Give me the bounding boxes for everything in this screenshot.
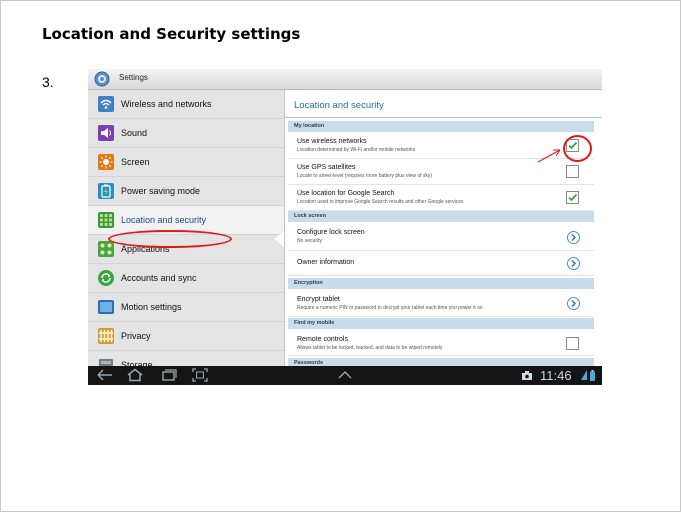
sidebar-item-label: Location and security <box>121 215 207 225</box>
annotation-ellipse <box>108 230 232 248</box>
sidebar-item-label: Screen <box>121 157 150 167</box>
sidebar-item-label: Accounts and sync <box>121 273 197 283</box>
tablet-screenshot: Settings Wireless and networks Sound Scr… <box>88 69 602 385</box>
google-search-checkbox[interactable] <box>566 191 579 204</box>
panel-divider <box>285 117 602 118</box>
row-subtitle: No security <box>297 238 323 244</box>
sidebar-item-accounts-sync[interactable]: Accounts and sync <box>88 264 284 293</box>
owner-info-arrow-button[interactable] <box>567 257 580 270</box>
home-icon[interactable] <box>126 368 144 382</box>
applications-icon <box>98 241 114 257</box>
row-title: Owner information <box>297 259 355 266</box>
location-security-icon <box>98 212 114 228</box>
settings-detail-panel: Location and security My location Use wi… <box>285 90 602 369</box>
camera-icon <box>522 371 532 380</box>
step-number: 3. <box>42 74 54 90</box>
chevron-right-icon <box>571 260 576 267</box>
row-use-location-google-search[interactable]: Use location for Google Search Location … <box>288 185 594 211</box>
check-icon <box>568 193 578 202</box>
sidebar-item-screen[interactable]: Screen <box>88 148 284 177</box>
section-find-my-mobile: Find my mobile <box>288 318 594 329</box>
settings-sidebar: Wireless and networks Sound Screen Power… <box>88 90 285 380</box>
sidebar-item-label: Sound <box>121 128 148 138</box>
row-use-gps-satellites[interactable]: Use GPS satellites Locate to street-leve… <box>288 159 594 185</box>
row-use-wireless-networks[interactable]: Use wireless networks Location determine… <box>288 133 594 159</box>
motion-icon <box>98 300 114 314</box>
row-title: Encrypt tablet <box>297 296 340 303</box>
screenshot-icon[interactable] <box>192 368 208 382</box>
encrypt-arrow-button[interactable] <box>567 297 580 310</box>
settings-gear-icon <box>94 71 110 87</box>
row-title: Use GPS satellites <box>297 164 356 171</box>
header-title: Settings <box>119 73 148 82</box>
settings-header: Settings <box>88 69 602 90</box>
selection-pointer <box>274 231 284 247</box>
row-subtitle: Locate to street-level (requires more ba… <box>297 173 433 179</box>
power-saving-icon <box>98 183 114 199</box>
row-title: Use location for Google Search <box>297 190 395 197</box>
row-configure-lock-screen[interactable]: Configure lock screen No security <box>288 223 594 251</box>
sidebar-item-privacy[interactable]: Privacy <box>88 322 284 351</box>
speaker-icon <box>98 125 114 141</box>
section-lock-screen: Lock screen <box>288 211 594 222</box>
gps-checkbox[interactable] <box>566 165 579 178</box>
remote-controls-checkbox[interactable] <box>566 337 579 350</box>
row-title: Configure lock screen <box>297 229 365 236</box>
battery-icon <box>590 370 595 381</box>
chevron-right-icon <box>571 300 576 307</box>
configure-lock-arrow-button[interactable] <box>567 231 580 244</box>
row-title: Remote controls <box>297 336 348 343</box>
sidebar-item-label: Privacy <box>121 331 151 341</box>
slide-title: Location and Security settings <box>42 25 301 43</box>
chevron-right-icon <box>571 234 576 241</box>
section-my-location: My location <box>288 121 594 132</box>
sync-icon <box>98 270 114 286</box>
row-subtitle: Allows tablet to be locked, tracked, and… <box>297 345 443 351</box>
recent-apps-icon[interactable] <box>160 368 178 382</box>
sidebar-item-sound[interactable]: Sound <box>88 119 284 148</box>
privacy-icon <box>98 328 114 344</box>
chevron-up-icon[interactable] <box>338 371 352 379</box>
row-subtitle: Location used to improve Google Search r… <box>297 199 464 205</box>
system-navigation-bar: 11:46 <box>88 366 602 385</box>
row-remote-controls[interactable]: Remote controls Allows tablet to be lock… <box>288 330 594 356</box>
row-encrypt-tablet[interactable]: Encrypt tablet Require a numeric PIN or … <box>288 290 594 317</box>
sidebar-item-label: Power saving mode <box>121 186 201 196</box>
panel-title: Location and security <box>294 100 384 111</box>
back-icon[interactable] <box>96 368 114 382</box>
sidebar-item-wireless[interactable]: Wireless and networks <box>88 90 284 119</box>
sidebar-item-motion[interactable]: Motion settings <box>88 293 284 322</box>
annotation-circle <box>563 135 592 162</box>
row-owner-information[interactable]: Owner information <box>288 251 594 276</box>
wifi-icon <box>98 96 114 112</box>
row-subtitle: Location determined by Wi-Fi and/or mobi… <box>297 147 416 153</box>
row-subtitle: Require a numeric PIN or password to dec… <box>297 305 483 311</box>
status-clock: 11:46 <box>540 368 572 383</box>
wifi-signal-icon <box>581 370 587 380</box>
sidebar-item-label: Wireless and networks <box>121 99 212 109</box>
brightness-icon <box>98 154 114 170</box>
sidebar-item-label: Motion settings <box>121 302 182 312</box>
section-encryption: Encryption <box>288 278 594 289</box>
row-title: Use wireless networks <box>297 138 367 145</box>
sidebar-item-power-saving[interactable]: Power saving mode <box>88 177 284 206</box>
